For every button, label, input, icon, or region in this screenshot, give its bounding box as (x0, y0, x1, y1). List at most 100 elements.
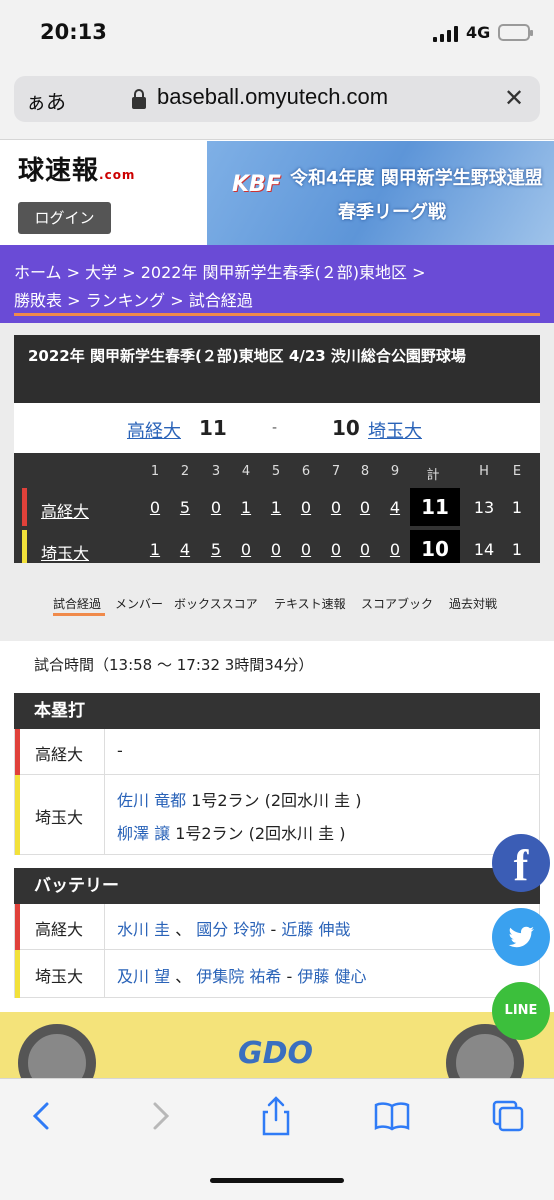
forward-icon[interactable] (140, 1096, 180, 1136)
player-link[interactable]: 佐川 竜都 (117, 791, 186, 810)
hits-header: H (479, 464, 489, 479)
logo-text: 球速報 (18, 156, 100, 186)
team-stripe (15, 775, 20, 855)
tab-item[interactable]: テキスト速報 (274, 595, 346, 612)
inning-score[interactable]: 0 (142, 498, 168, 517)
line-share-button[interactable]: LINE (492, 982, 550, 1040)
breadcrumb-home[interactable]: ホーム (14, 263, 62, 282)
breadcrumb-standings[interactable]: 勝敗表 (14, 291, 62, 310)
login-button[interactable]: ログイン (18, 202, 111, 234)
errors-value: 1 (511, 498, 523, 517)
inning-header: 3 (211, 464, 221, 479)
inning-score[interactable]: 0 (323, 540, 349, 559)
ad-logo: GDO (238, 1036, 314, 1071)
battery-players: 水川 圭 、 國分 玲弥 - 近藤 伸哉 (117, 916, 350, 940)
catcher-link[interactable]: 近藤 伸哉 (281, 920, 350, 939)
close-icon[interactable]: ✕ (502, 86, 526, 110)
battery-row-away: 埼玉大 及川 望 、 伊集院 祐希 - 伊藤 健心 (14, 950, 540, 998)
inning-score[interactable]: 0 (293, 498, 319, 517)
team-stripe (15, 729, 20, 775)
inning-score[interactable]: 1 (142, 540, 168, 559)
inning-score[interactable]: 5 (172, 498, 198, 517)
network-label: 4G (466, 23, 491, 42)
pitcher-link[interactable]: 國分 玲弥 (196, 920, 265, 939)
inning-header: 1 (150, 464, 160, 479)
divider (104, 904, 105, 950)
separator: - (286, 967, 293, 986)
inning-score[interactable]: 0 (352, 540, 378, 559)
breadcrumb-underline (14, 313, 540, 316)
game-title: 2022年 関甲新学生春季(２部)東地区 4/23 渋川総合公園野球場 (28, 347, 466, 365)
tab-item[interactable]: 試合経過 (53, 595, 101, 612)
scoreboard-team-link[interactable]: 埼玉大 (41, 540, 89, 564)
inning-score[interactable]: 5 (203, 540, 229, 559)
hits-value: 14 (473, 540, 495, 559)
breadcrumb-separator: > (170, 291, 184, 310)
player-link[interactable]: 柳澤 譲 (117, 824, 170, 843)
breadcrumb (0, 245, 554, 323)
scoreboard-team-link[interactable]: 高経大 (41, 498, 89, 522)
battery-away-team: 埼玉大 (35, 967, 84, 986)
facebook-share-button[interactable]: f (492, 834, 550, 892)
inning-score[interactable]: 0 (233, 540, 259, 559)
battery-row-home: 高経大 水川 圭 、 國分 玲弥 - 近藤 伸哉 (14, 904, 540, 950)
tab-item[interactable]: 過去対戦 (449, 595, 497, 612)
hits-value: 13 (473, 498, 495, 517)
bookmarks-icon[interactable] (372, 1096, 412, 1136)
homerun-row-away: 埼玉大 佐川 竜都 1号2ラン (2回水川 圭 ) 柳澤 譲 1号2ラン (2回… (14, 775, 540, 855)
breadcrumb-ranking[interactable]: ランキング (86, 291, 166, 310)
inning-score[interactable]: 1 (263, 498, 289, 517)
back-icon[interactable] (22, 1096, 62, 1136)
inning-score[interactable]: 4 (172, 540, 198, 559)
pitcher-link[interactable]: 水川 圭 (117, 920, 170, 939)
catcher-link[interactable]: 伊藤 健心 (297, 967, 366, 986)
breadcrumb-separator: > (67, 291, 81, 310)
inning-score[interactable]: 0 (382, 540, 408, 559)
team-stripe (22, 488, 27, 526)
homerun-detail: 1号2ラン (2回水川 圭 ) (175, 824, 346, 843)
site-logo[interactable]: 球速報.com (18, 150, 135, 187)
banner-subtitle: 春季リーグ戦 (338, 202, 446, 223)
tab-item[interactable]: メンバー (115, 595, 163, 612)
tab-item[interactable]: ボックススコア (174, 595, 258, 612)
pitcher-link[interactable]: 及川 望 (117, 967, 170, 986)
homerun-row-home: 高経大 - (14, 729, 540, 775)
errors-header: E (512, 464, 522, 479)
inning-score[interactable]: 4 (382, 498, 408, 517)
inning-header: 5 (271, 464, 281, 479)
inning-score[interactable]: 0 (352, 498, 378, 517)
homerun-detail: 1号2ラン (2回水川 圭 ) (191, 791, 362, 810)
breadcrumb-line-2: 勝敗表 > ランキング > 試合経過 (14, 287, 253, 311)
url-text[interactable]: baseball.omyutech.com (157, 84, 388, 110)
twitter-share-button[interactable] (492, 908, 550, 966)
inning-score[interactable]: 0 (293, 540, 319, 559)
inning-score[interactable]: 0 (203, 498, 229, 517)
homerun-entry: 柳澤 譲 1号2ラン (2回水川 圭 ) (117, 820, 345, 844)
breadcrumb-league[interactable]: 2022年 関甲新学生春季(２部)東地区 (141, 263, 407, 282)
separator: 、 (175, 967, 192, 986)
inning-header: 2 (180, 464, 190, 479)
breadcrumb-university[interactable]: 大学 (85, 263, 117, 282)
share-icon[interactable] (256, 1094, 296, 1136)
pitcher-link[interactable]: 伊集院 祐希 (196, 967, 281, 986)
breadcrumb-line-1: ホーム > 大学 > 2022年 関甲新学生春季(２部)東地区 > (14, 259, 426, 283)
separator: - (270, 920, 277, 939)
text-size-button[interactable]: ぁあ (26, 86, 66, 115)
breadcrumb-current: 試合経過 (188, 291, 253, 310)
inning-score[interactable]: 0 (323, 498, 349, 517)
total-header: 計 (426, 468, 440, 483)
inning-score[interactable]: 1 (233, 498, 259, 517)
divider (104, 950, 105, 998)
inning-header: 6 (301, 464, 311, 479)
homerun-entry: 佐川 竜都 1号2ラン (2回水川 圭 ) (117, 787, 361, 811)
tab-item[interactable]: スコアブック (361, 595, 433, 612)
inning-score[interactable]: 0 (263, 540, 289, 559)
away-score: 10 (332, 416, 360, 440)
divider (104, 729, 105, 775)
inning-header: 8 (360, 464, 370, 479)
home-team-link[interactable]: 高経大 (127, 417, 181, 443)
game-time: 試合時間（13:58 〜 17:32 3時間34分） (34, 656, 314, 674)
battery-home-team: 高経大 (35, 920, 84, 939)
tabs-icon[interactable] (488, 1096, 528, 1136)
away-team-link[interactable]: 埼玉大 (368, 417, 422, 443)
